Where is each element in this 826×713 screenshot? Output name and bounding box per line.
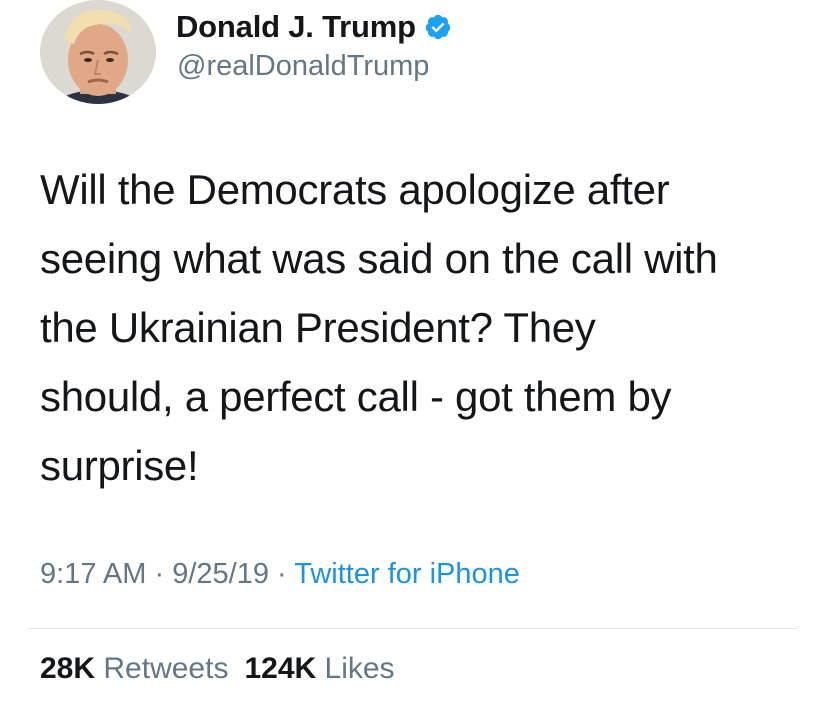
- retweets-stat[interactable]: 28K Retweets: [40, 652, 228, 685]
- tweet-text: Will the Democrats apologize after seein…: [40, 155, 800, 500]
- verified-badge-icon: [424, 13, 452, 41]
- meta-separator: ·: [154, 558, 165, 590]
- author-handle[interactable]: @realDonaldTrump: [177, 50, 429, 83]
- tweet-stats: 28K Retweets 124K Likes: [40, 652, 395, 686]
- tweet-line: surprise!: [40, 442, 199, 489]
- tweet-line: the Ukrainian President? They: [40, 304, 596, 351]
- likes-label: Likes: [324, 652, 395, 685]
- tweet-line: Will the Democrats apologize after: [40, 166, 670, 213]
- tweet-date[interactable]: 9/25/19: [172, 558, 269, 590]
- avatar[interactable]: [40, 0, 156, 104]
- author-name-row[interactable]: Donald J. Trump: [176, 6, 452, 48]
- author-display-name[interactable]: Donald J. Trump: [176, 9, 416, 45]
- likes-count: 124K: [244, 652, 317, 685]
- tweet-source-link[interactable]: Twitter for iPhone: [294, 558, 520, 590]
- tweet-meta: 9:17 AM · 9/25/19 · Twitter for iPhone: [40, 558, 520, 591]
- tweet-line: should, a perfect call - got them by: [40, 373, 672, 420]
- divider: [28, 628, 798, 629]
- meta-separator: ·: [277, 558, 287, 590]
- retweets-count: 28K: [40, 652, 96, 685]
- tweet-line: seeing what was said on the call with: [40, 235, 718, 282]
- tweet-time[interactable]: 9:17 AM: [40, 558, 146, 590]
- retweets-label: Retweets: [103, 652, 229, 685]
- likes-stat[interactable]: 124K Likes: [244, 652, 394, 685]
